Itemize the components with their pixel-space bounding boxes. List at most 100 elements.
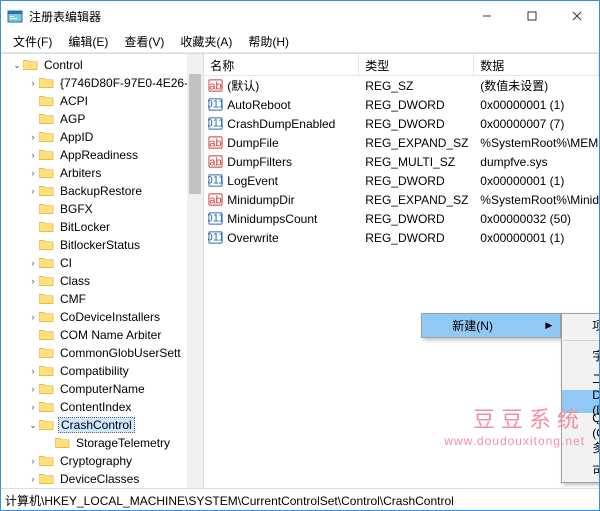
tree-item[interactable]: CMF	[1, 290, 203, 308]
tree-item[interactable]: ›AppID	[1, 128, 203, 146]
tree-twisty-icon[interactable]: ›	[27, 132, 39, 142]
tree-item-label: BitlockerStatus	[58, 238, 142, 252]
value-name: Overwrite	[227, 231, 278, 245]
list-row[interactable]: 011CrashDumpEnabledREG_DWORD0x00000007 (…	[204, 114, 599, 133]
value-data-cell: dumpfve.sys	[474, 155, 599, 169]
tree-item[interactable]: › Class	[1, 272, 203, 290]
tree-item[interactable]: StorageTelemetry	[1, 434, 203, 452]
tree-twisty-icon[interactable]: ›	[27, 402, 39, 412]
menu-help[interactable]: 帮助(H)	[240, 31, 297, 52]
tree-item[interactable]: ›{7746D80F-97E0-4E26-	[1, 74, 203, 92]
context-menu-item-label: 项(K)	[592, 317, 599, 334]
tree-twisty-icon[interactable]: ⌄	[11, 60, 23, 71]
tree-item-label: BackupRestore	[58, 184, 144, 198]
tree-twisty-icon[interactable]: ›	[27, 276, 39, 286]
column-header-name[interactable]: 名称	[204, 54, 359, 75]
tree-item[interactable]: ›ContentIndex	[1, 398, 203, 416]
menu-edit[interactable]: 编辑(E)	[60, 31, 116, 52]
titlebar[interactable]: 注册表编辑器	[1, 1, 599, 31]
context-menu-item[interactable]: 字符串值(S)	[562, 344, 599, 367]
column-header-type[interactable]: 类型	[359, 54, 474, 75]
context-menu-new[interactable]: 新建(N) ▶	[422, 314, 560, 337]
tree-twisty-icon[interactable]: ›	[27, 150, 39, 160]
tree-item-label: CoDeviceInstallers	[58, 310, 162, 324]
tree-item[interactable]: › AppReadiness	[1, 146, 203, 164]
tree-twisty-icon[interactable]: ›	[27, 168, 39, 178]
maximize-icon	[527, 11, 537, 21]
folder-icon	[39, 383, 54, 395]
tree-twisty-icon[interactable]: ›	[27, 384, 39, 394]
value-type-cell: REG_DWORD	[359, 174, 474, 188]
tree-item[interactable]: BitlockerStatus	[1, 236, 203, 254]
tree-item[interactable]: ›Cryptography	[1, 452, 203, 470]
content-area: ⌄Control›{7746D80F-97E0-4E26-ACPIAGP›App…	[1, 53, 599, 488]
context-menu: 新建(N) ▶	[421, 313, 561, 338]
context-menu-item[interactable]: 可扩充字符串值(E)	[562, 459, 599, 482]
context-menu-item[interactable]: 多字符串值(M)	[562, 436, 599, 459]
tree-item[interactable]: › Arbiters	[1, 164, 203, 182]
context-menu-new-label: 新建(N)	[452, 317, 493, 334]
tree-scrollbar[interactable]	[187, 54, 203, 488]
context-menu-item[interactable]: 项(K)	[562, 314, 599, 337]
tree-twisty-icon[interactable]: ›	[27, 186, 39, 196]
key-tree[interactable]: ⌄Control›{7746D80F-97E0-4E26-ACPIAGP›App…	[1, 54, 204, 488]
svg-text:ab: ab	[210, 194, 223, 206]
minimize-button[interactable]	[464, 1, 509, 31]
tree-item[interactable]: › BackupRestore	[1, 182, 203, 200]
tree-item[interactable]: BGFX	[1, 200, 203, 218]
list-row[interactable]: ab(默认)REG_SZ(数值未设置)	[204, 76, 599, 95]
menu-view[interactable]: 查看(V)	[116, 31, 172, 52]
tree-item[interactable]: › CoDeviceInstallers	[1, 308, 203, 326]
folder-icon	[39, 203, 54, 215]
close-button[interactable]	[554, 1, 599, 31]
tree-twisty-icon[interactable]: ›	[27, 312, 39, 322]
tree-item[interactable]: ›ComputerName	[1, 380, 203, 398]
tree-item-label: CI	[58, 256, 74, 270]
context-menu-item[interactable]: QWORD (64 位)值(Q)	[562, 413, 599, 436]
list-row[interactable]: abDumpFiltersREG_MULTI_SZdumpfve.sys	[204, 152, 599, 171]
value-name: CrashDumpEnabled	[227, 117, 335, 131]
tree-twisty-icon[interactable]: ›	[27, 258, 39, 268]
tree-item[interactable]: ›DeviceClasses	[1, 470, 203, 488]
tree-item[interactable]: ›Compatibility	[1, 362, 203, 380]
value-name: AutoReboot	[227, 98, 290, 112]
value-name: MinidumpDir	[227, 193, 294, 207]
tree-twisty-icon[interactable]: ›	[27, 78, 39, 88]
tree-item[interactable]: ⌄Control	[1, 56, 203, 74]
tree-item[interactable]: BitLocker	[1, 218, 203, 236]
list-row[interactable]: abMinidumpDirREG_EXPAND_SZ%SystemRoot%\M…	[204, 190, 599, 209]
context-menu-item-label: 二进制值(B)	[592, 370, 599, 387]
tree-twisty-icon[interactable]: ›	[27, 474, 39, 484]
list-row[interactable]: abDumpFileREG_EXPAND_SZ%SystemRoot%\MEM	[204, 133, 599, 152]
tree-scroll-thumb[interactable]	[189, 74, 201, 194]
folder-icon	[39, 455, 54, 467]
tree-item-label: BitLocker	[58, 220, 112, 234]
list-row[interactable]: 011AutoRebootREG_DWORD0x00000001 (1)	[204, 95, 599, 114]
list-row[interactable]: 011LogEventREG_DWORD0x00000001 (1)	[204, 171, 599, 190]
value-list[interactable]: 名称 类型 数据 ab(默认)REG_SZ(数值未设置)011AutoReboo…	[204, 54, 599, 488]
tree-twisty-icon[interactable]: ›	[27, 456, 39, 466]
column-header-data[interactable]: 数据	[474, 54, 599, 75]
svg-text:011: 011	[208, 174, 223, 186]
tree-item[interactable]: ACPI	[1, 92, 203, 110]
tree-item[interactable]: COM Name Arbiter	[1, 326, 203, 344]
value-name-cell: abDumpFile	[204, 135, 359, 150]
svg-text:ab: ab	[210, 80, 223, 92]
context-menu-item-label: 可扩充字符串值(E)	[592, 462, 599, 479]
tree-item[interactable]: ⌄CrashControl	[1, 416, 203, 434]
tree-item-label: Arbiters	[58, 166, 103, 180]
list-row[interactable]: 011MinidumpsCountREG_DWORD0x00000032 (50…	[204, 209, 599, 228]
tree-twisty-icon[interactable]: ›	[27, 366, 39, 376]
menu-favorites[interactable]: 收藏夹(A)	[172, 31, 240, 52]
tree-item[interactable]: › CI	[1, 254, 203, 272]
tree-item-label: Class	[58, 274, 92, 288]
menu-file[interactable]: 文件(F)	[5, 31, 60, 52]
tree-item[interactable]: CommonGlobUserSett	[1, 344, 203, 362]
tree-item-label: AppReadiness	[58, 148, 140, 162]
value-data-cell: %SystemRoot%\MEM	[474, 136, 599, 150]
tree-twisty-icon[interactable]: ⌄	[27, 420, 39, 431]
tree-item-label: StorageTelemetry	[74, 436, 172, 450]
maximize-button[interactable]	[509, 1, 554, 31]
list-row[interactable]: 011OverwriteREG_DWORD0x00000001 (1)	[204, 228, 599, 247]
tree-item[interactable]: AGP	[1, 110, 203, 128]
